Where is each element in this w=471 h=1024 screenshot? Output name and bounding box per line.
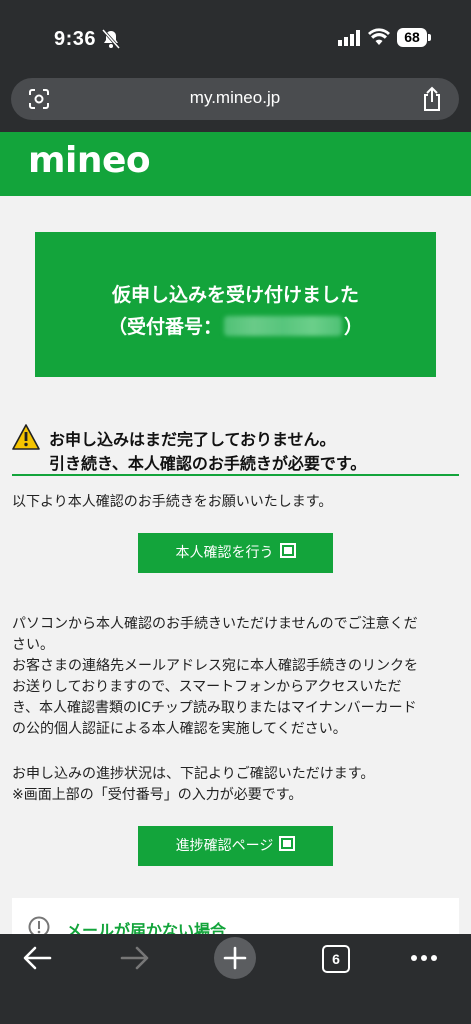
notice-line: き、本人確認書類のICチップ読み取りまたはマイナンバーカード bbox=[12, 700, 417, 716]
warning-line-2: 引き続き、本人確認のお手続きが必要です。 bbox=[49, 454, 367, 473]
notice-line: さい。 bbox=[12, 637, 54, 653]
wifi-icon bbox=[368, 28, 390, 45]
verify-identity-label: 本人確認を行う bbox=[175, 545, 274, 561]
receipt-prefix: （受付番号： bbox=[107, 316, 222, 338]
mineo-logo[interactable]: mineo bbox=[28, 140, 151, 181]
status-time: 9:36 bbox=[54, 28, 97, 50]
warning-icon bbox=[12, 424, 40, 450]
plus-icon bbox=[223, 946, 247, 970]
share-icon[interactable] bbox=[421, 86, 443, 112]
signal-icon bbox=[338, 30, 360, 46]
banner-title: 仮申し込みを受け付けました bbox=[111, 284, 359, 306]
application-received-banner: 仮申し込みを受け付けました （受付番号： ） bbox=[35, 232, 436, 377]
new-tab-button[interactable] bbox=[214, 937, 256, 979]
battery-tip bbox=[428, 34, 431, 41]
browser-address-area: my.mineo.jp bbox=[0, 78, 471, 132]
progress-page-label: 進捗確認ページ bbox=[175, 838, 274, 854]
notice-line: の公的個人認証による本人確認を実施してください。 bbox=[12, 721, 347, 737]
intro-text: 以下より本人確認のお手続きをお願いいたします。 bbox=[12, 494, 333, 510]
receipt-number-redacted bbox=[224, 316, 342, 336]
progress-info: お申し込みの進捗状況は、下記よりご確認いただけます。 ※画面上部の「受付番号」の… bbox=[12, 764, 374, 806]
forward-arrow-icon[interactable] bbox=[120, 944, 150, 972]
tabs-icon[interactable]: 6 bbox=[322, 945, 350, 973]
progress-page-button[interactable]: 進捗確認ページ bbox=[138, 826, 333, 866]
bell-slash-icon bbox=[102, 29, 120, 49]
battery-indicator: 68 bbox=[397, 28, 427, 47]
notice-line: パソコンから本人確認のお手続きいただけませんのでご注意くだ bbox=[12, 616, 418, 632]
progress-info-line: ※画面上部の「受付番号」の入力が必要です。 bbox=[12, 787, 303, 803]
receipt-suffix: ） bbox=[344, 316, 364, 338]
site-header: mineo bbox=[0, 132, 471, 196]
warning-underline bbox=[12, 474, 459, 476]
status-bar: 9:36 68 bbox=[0, 0, 471, 78]
browser-toolbar: 6 bbox=[0, 934, 471, 1024]
progress-info-line: お申し込みの進捗状況は、下記よりご確認いただけます。 bbox=[12, 766, 375, 782]
banner-receipt-number: （受付番号： ） bbox=[35, 312, 436, 339]
notice-line: お送りしておりますので、スマートフォンからアクセスいただ bbox=[12, 679, 402, 695]
mail-not-received-card[interactable]: メールが届かない場合 bbox=[12, 898, 459, 940]
notice-line: お客さまの連絡先メールアドレス宛に本人確認手続きのリンクを bbox=[12, 658, 418, 674]
warning-line-1: お申し込みはまだ完了しておりません。 bbox=[49, 430, 336, 449]
external-window-icon bbox=[279, 836, 296, 851]
more-icon[interactable] bbox=[410, 954, 438, 962]
external-window-icon bbox=[279, 543, 296, 558]
verify-identity-button[interactable]: 本人確認を行う bbox=[138, 533, 333, 573]
address-bar[interactable]: my.mineo.jp bbox=[11, 78, 459, 120]
pc-notice: パソコンから本人確認のお手続きいただけませんのでご注意くだ さい。 お客さまの連… bbox=[12, 614, 460, 740]
back-arrow-icon[interactable] bbox=[22, 944, 52, 972]
url-text[interactable]: my.mineo.jp bbox=[11, 88, 459, 108]
